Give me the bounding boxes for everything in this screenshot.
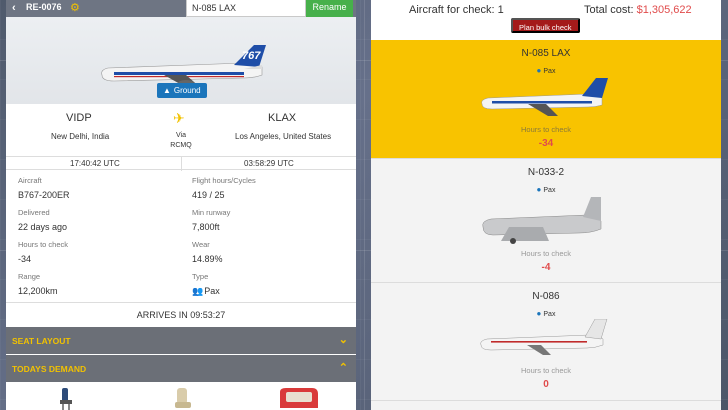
business-seat-icon xyxy=(175,388,191,408)
spec-value: 419 / 25 xyxy=(192,190,225,200)
check-summary-header: Aircraft for check: 1 Total cost: $1,305… xyxy=(371,0,721,40)
aircraft-name: N-033-2 xyxy=(527,167,565,178)
aircraft-card[interactable]: N-085 LAX ● Pax Hours to check -34 xyxy=(371,40,721,158)
spec-label: Delivered xyxy=(18,208,50,217)
aircraft-name: N-086 xyxy=(532,291,560,302)
destination-code: KLAX xyxy=(268,112,297,124)
hours-to-check-label: Hours to check xyxy=(520,249,572,258)
hours-to-check-label: Hours to check xyxy=(520,125,572,134)
total-cost: Total cost: $1,305,622 xyxy=(584,4,692,16)
back-chevron-icon[interactable]: ‹ xyxy=(12,2,16,14)
spec-hours-to-check: Hours to check -34 xyxy=(18,240,68,264)
time-divider xyxy=(181,157,182,171)
spec-range: Range 12,200km xyxy=(18,272,58,296)
hours-to-check-label: Hours to check xyxy=(520,366,572,375)
hours-to-check-value: -4 xyxy=(541,262,551,273)
spec-value: -34 xyxy=(18,254,32,264)
aircraft-type-text: Pax xyxy=(543,68,556,75)
spec-value: 👥Pax xyxy=(192,286,220,297)
aircraft-type-text: Pax xyxy=(543,311,556,318)
accordion-label: SEAT LAYOUT xyxy=(12,336,71,346)
total-cost-value: $1,305,622 xyxy=(636,4,692,16)
aircraft-type: ● Pax xyxy=(371,309,721,318)
accordion-label: TODAYS DEMAND xyxy=(12,364,87,374)
spec-value: 7,800ft xyxy=(192,222,220,232)
detail-header: ‹ RE-0076 ⚙ Rename xyxy=(6,0,356,17)
dc3-thumbnail-image xyxy=(482,197,602,244)
aircraft-card[interactable]: N-086 ● Pax Hours to check 0 xyxy=(371,282,721,400)
plane-icon: ✈ xyxy=(173,110,185,126)
via-label: Via xyxy=(176,132,186,139)
spec-aircraft: Aircraft B767-200ER xyxy=(18,176,70,200)
spec-value: 14.89% xyxy=(192,254,223,264)
spec-delivered: Delivered 22 days ago xyxy=(18,208,67,232)
destination-city: Los Angeles, United States xyxy=(235,132,332,141)
aircraft-name-input[interactable] xyxy=(186,0,306,17)
spec-label: Aircraft xyxy=(18,176,42,185)
status-label: Ground xyxy=(173,86,201,95)
time-row: 17:40:42 UTC 03:58:29 UTC xyxy=(6,156,356,171)
maintenance-check-panel: Aircraft for check: 1 Total cost: $1,305… xyxy=(371,0,721,410)
aircraft-for-check-count: Aircraft for check: 1 xyxy=(409,4,504,16)
seat-layout-accordion[interactable]: SEAT LAYOUT ⌄ xyxy=(6,327,356,354)
spec-value: 12,200km xyxy=(18,286,58,296)
spec-label: Type xyxy=(192,272,209,281)
spec-value: 22 days ago xyxy=(18,222,68,232)
aircraft-card-next[interactable] xyxy=(371,400,721,410)
spec-min-runway: Min runway 7,800ft xyxy=(192,208,230,232)
route-code: RE-0076 xyxy=(26,2,62,12)
spec-label: Flight hours/Cycles xyxy=(192,176,256,185)
aircraft-type-text: Pax xyxy=(543,187,556,194)
person-icon: ● xyxy=(536,66,542,75)
chevron-up-icon: ⌃ xyxy=(338,362,348,374)
spec-flight-hours: Flight hours/Cycles 419 / 25 xyxy=(192,176,256,200)
type-value-text: Pax xyxy=(204,286,220,296)
spec-wear: Wear 14.89% xyxy=(192,240,223,264)
aircraft-card[interactable]: N-033-2 ● Pax Hours to check -4 xyxy=(371,158,721,282)
map-road xyxy=(364,0,365,410)
spec-label: Min runway xyxy=(192,208,231,217)
spec-value: B767-200ER xyxy=(18,190,70,200)
arrival-time: 03:58:29 UTC xyxy=(244,159,294,168)
chevron-down-icon: ⌄ xyxy=(338,334,348,346)
route-summary: VIDP New Delhi, India ✈ Via RCMQ KLAX Lo… xyxy=(6,104,356,156)
gear-icon[interactable]: ⚙ xyxy=(70,1,80,14)
todays-demand-accordion[interactable]: TODAYS DEMAND ⌃ xyxy=(6,355,356,382)
departure-time: 17:40:42 UTC xyxy=(70,159,120,168)
aircraft-name: N-085 LAX xyxy=(521,48,571,59)
hours-to-check-value: -34 xyxy=(538,138,554,149)
person-icon: ● xyxy=(536,185,542,194)
ground-icon: ▲ xyxy=(163,86,171,95)
spec-type: Type 👥Pax xyxy=(192,272,220,297)
demand-seat-icons xyxy=(6,382,356,410)
tail-livery-text: 767 xyxy=(242,50,261,62)
origin-code: VIDP xyxy=(66,112,92,124)
aircraft-type: ● Pax xyxy=(371,185,721,194)
arrives-countdown: ARRIVES IN 09:53:27 xyxy=(6,302,356,327)
economy-seat-icon xyxy=(60,388,72,410)
origin-city: New Delhi, India xyxy=(51,132,110,141)
rename-button[interactable]: Rename xyxy=(306,0,353,17)
status-badge: ▲ Ground xyxy=(157,83,207,98)
first-class-seat-icon xyxy=(280,388,318,408)
person-icon: ● xyxy=(536,309,542,318)
spec-label: Hours to check xyxy=(18,240,69,249)
plan-bulk-check-button[interactable]: Plan bulk check xyxy=(511,18,580,33)
jetliner-thumbnail-image xyxy=(480,319,608,355)
spec-label: Wear xyxy=(192,240,210,249)
aircraft-detail-panel: ‹ RE-0076 ⚙ Rename 767 ▲Ground VIDP New … xyxy=(6,0,356,410)
via-code: RCMQ xyxy=(170,142,192,149)
pax-group-icon: 👥 xyxy=(192,286,204,296)
total-cost-label: Total cost: xyxy=(584,4,637,16)
hours-to-check-value: 0 xyxy=(543,379,549,390)
aircraft-specs: Aircraft B767-200ER Flight hours/Cycles … xyxy=(6,170,356,300)
aircraft-type: ● Pax xyxy=(371,66,721,75)
spec-label: Range xyxy=(18,272,41,281)
b767-thumbnail-image xyxy=(481,78,608,116)
